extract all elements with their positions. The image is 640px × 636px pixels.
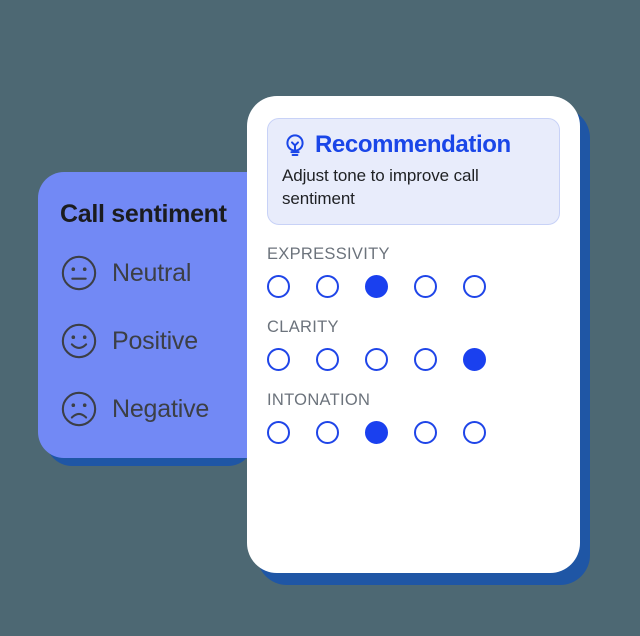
rating-dot[interactable]	[316, 421, 339, 445]
sentiment-item-label: Positive	[112, 326, 198, 355]
call-sentiment-title: Call sentiment	[60, 200, 227, 228]
negative-face-icon	[61, 391, 97, 427]
metric-expressivity: EXPRESSIVITY	[267, 245, 560, 299]
recommendation-body-text: Adjust tone to improve call sentiment	[282, 166, 479, 208]
rating-dot[interactable]	[414, 421, 437, 445]
rating-dot[interactable]	[316, 275, 339, 299]
metric-clarity: CLARITY	[267, 318, 560, 372]
rating-dot[interactable]	[267, 275, 290, 299]
rating-dot[interactable]	[414, 348, 437, 372]
lightbulb-icon	[286, 134, 304, 156]
neutral-face-icon	[61, 255, 97, 291]
rating-dot[interactable]	[316, 348, 339, 372]
sentiment-item-label: Neutral	[112, 258, 192, 287]
metric-label: EXPRESSIVITY	[267, 245, 390, 264]
rating-dot[interactable]	[463, 421, 486, 445]
recommendation-panel: Recommendation Adjust tone to improve ca…	[267, 118, 560, 226]
sentiment-item-positive: Positive	[60, 307, 247, 375]
call-sentiment-card: Call sentiment Neutral Positive Negative	[38, 172, 247, 458]
metric-rating-dots[interactable]	[267, 275, 560, 299]
metric-rating-dots[interactable]	[267, 421, 560, 445]
rating-dot-selected[interactable]	[365, 421, 388, 445]
rating-dot[interactable]	[365, 348, 388, 372]
rating-dot-selected[interactable]	[463, 348, 486, 372]
rating-dot-selected[interactable]	[365, 275, 388, 299]
recommendation-header: Recommendation	[282, 131, 545, 159]
screen-root: Call sentiment Neutral Positive Negative…	[0, 0, 640, 636]
rating-dot[interactable]	[463, 275, 486, 299]
rating-dot[interactable]	[414, 275, 437, 299]
sentiment-item-negative: Negative	[60, 375, 247, 443]
metric-label: INTONATION	[267, 391, 371, 410]
metric-label: CLARITY	[267, 318, 339, 337]
sentiment-item-neutral: Neutral	[60, 239, 247, 307]
call-analysis-card: Recommendation Adjust tone to improve ca…	[247, 96, 580, 573]
recommendation-title: Recommendation	[315, 131, 511, 158]
positive-face-icon	[61, 323, 97, 359]
sentiment-item-label: Negative	[112, 394, 210, 423]
metric-rating-dots[interactable]	[267, 348, 560, 372]
sentiment-card-clip: Call sentiment Neutral Positive Negative	[0, 160, 247, 490]
rating-dot[interactable]	[267, 348, 290, 372]
metric-intonation: INTONATION	[267, 391, 560, 445]
rating-dot[interactable]	[267, 421, 290, 445]
